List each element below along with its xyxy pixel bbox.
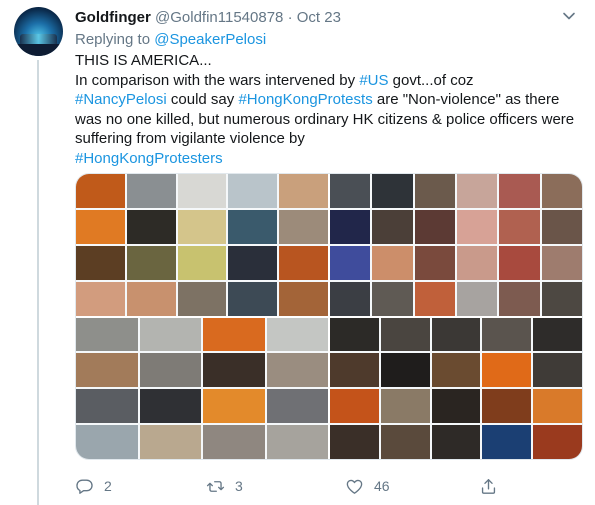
media-collage[interactable] [75, 173, 583, 460]
text-span: could say [166, 91, 239, 108]
reply-button[interactable]: 2 [75, 474, 112, 498]
tweet-text: THIS IS AMERICA... In comparison with th… [75, 51, 585, 168]
hashtag-nancypelosi[interactable]: #NancyPelosi [75, 91, 167, 108]
share-button[interactable] [479, 474, 508, 498]
hashtag-hongkongprotesters[interactable]: #HongKongProtesters [75, 150, 223, 167]
photo-collage-2[interactable] [330, 174, 582, 316]
heart-icon [346, 479, 363, 494]
reply-count: 2 [104, 478, 112, 494]
photo-collage-4[interactable] [330, 317, 582, 459]
reply-icon [76, 478, 93, 494]
photo-collage-1[interactable] [76, 174, 328, 316]
share-icon [481, 478, 496, 494]
text-span: govt...of coz [388, 71, 474, 89]
photo-collage-3[interactable] [76, 317, 328, 459]
display-name[interactable]: Goldfinger [75, 9, 151, 26]
chevron-down-icon[interactable] [561, 8, 577, 24]
replying-to: Replying to @SpeakerPelosi [75, 31, 266, 49]
tweet-date[interactable]: Oct 23 [297, 9, 341, 26]
like-count: 46 [374, 478, 390, 494]
thread-line [37, 60, 39, 505]
like-button[interactable]: 46 [345, 474, 390, 498]
retweet-icon [206, 480, 225, 492]
tweet-actions: 2 3 46 [75, 474, 545, 498]
text-line-2: In comparison with the wars intervened b… [75, 71, 585, 91]
replying-to-link[interactable]: @SpeakerPelosi [154, 31, 266, 48]
retweet-button[interactable]: 3 [206, 474, 243, 498]
text-paragraph: #NancyPelosi could say #HongKongProtests… [75, 90, 585, 168]
replying-prefix: Replying to [75, 31, 155, 48]
tweet-header: Goldfinger @Goldfin11540878 · Oct 23 [75, 9, 341, 27]
retweet-count: 3 [235, 478, 243, 494]
hashtag-hongkongprotests[interactable]: #HongKongProtests [238, 91, 372, 108]
text-span: In comparison with the wars intervened b… [75, 71, 360, 89]
user-handle[interactable]: @Goldfin11540878 [155, 9, 283, 26]
separator-dot: · [287, 9, 293, 26]
avatar[interactable] [14, 7, 63, 56]
text-line-1: THIS IS AMERICA... [75, 52, 212, 69]
hashtag-us[interactable]: #US [359, 72, 388, 89]
